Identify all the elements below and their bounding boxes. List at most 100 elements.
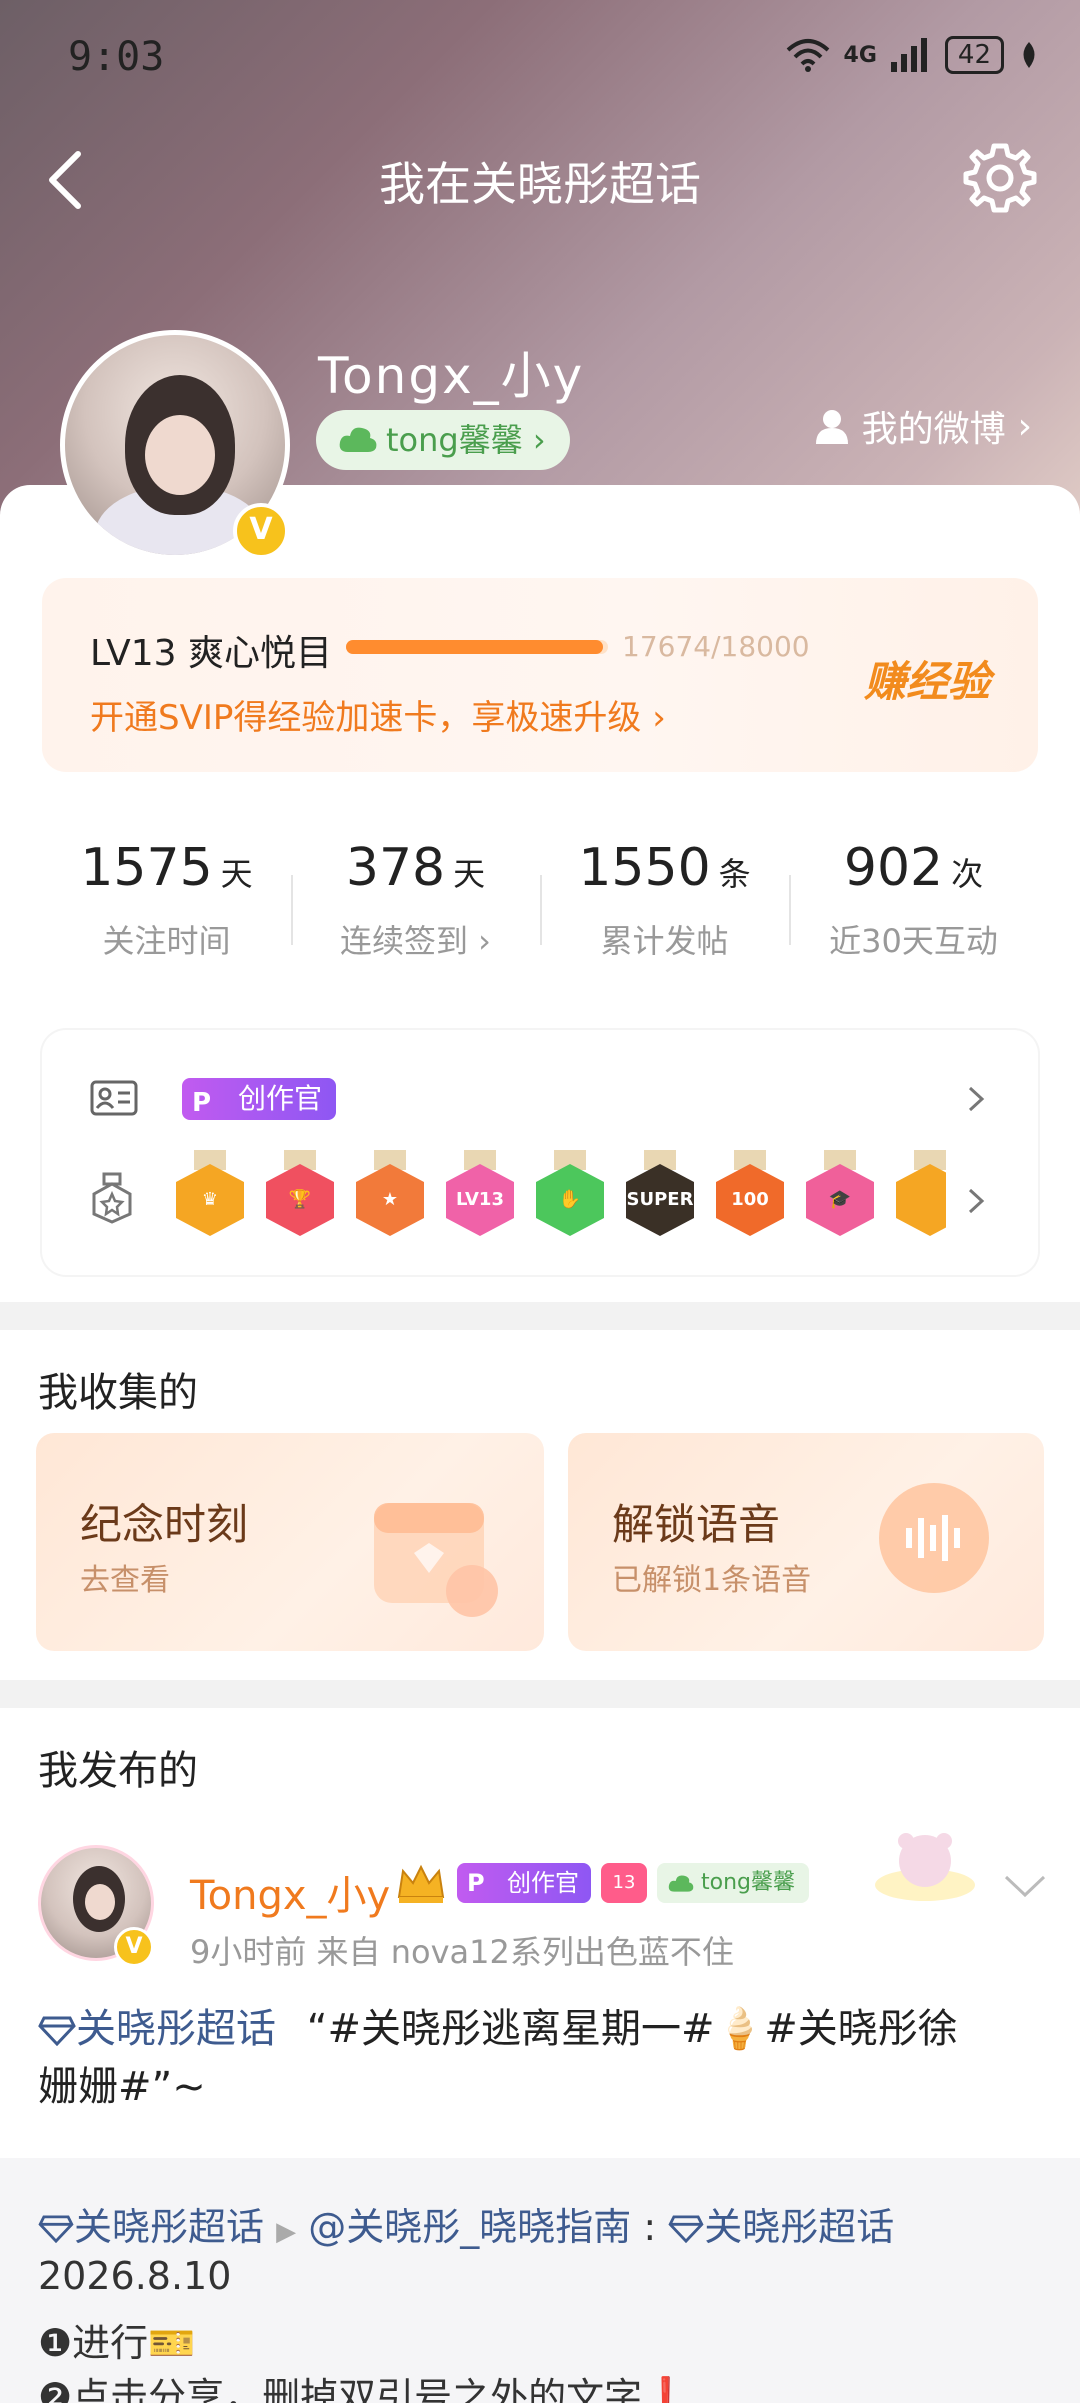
100days-medal-icon: 100 — [716, 1150, 784, 1240]
earn-exp-button[interactable]: 赚经验 — [864, 648, 990, 709]
topic-link[interactable]: 关晓彤超话 — [38, 2006, 289, 2052]
trophy-medal-icon: 🏆 — [266, 1150, 334, 1240]
page-title: 我在关晓彤超话 — [379, 157, 701, 211]
fan-badge-label: tong馨馨 — [701, 1870, 795, 1895]
clap-medal-icon: ✋ — [536, 1150, 604, 1240]
memory-moment-card[interactable]: 纪念时刻 去查看 — [36, 1433, 544, 1651]
post-body-line1: “#关晓彤逃离星期一#🍦#关晓彤徐 — [306, 2006, 958, 2052]
cloud-icon — [668, 1875, 694, 1892]
card-subtitle: 去查看 — [80, 1563, 170, 1598]
chevron-right-icon — [968, 1086, 985, 1112]
post-header: V Tongx_小y P 创作官 13 tong馨馨 9小时前 来自 nova1… — [0, 1815, 1080, 1985]
lv13-medal-icon: LV13 — [446, 1150, 514, 1240]
level-badge: 13 — [601, 1863, 647, 1903]
topic-link[interactable]: 关晓彤超话 — [668, 2205, 894, 2249]
medal-face: SUPER — [626, 1164, 694, 1236]
section-divider — [0, 1302, 1080, 1330]
chevron-down-icon[interactable] — [1000, 1871, 1050, 1901]
published-section-title: 我发布的 — [38, 1748, 198, 1794]
stat-unit: 天 — [220, 855, 253, 893]
medal-face: LV13 — [446, 1164, 514, 1236]
stat-unit: 次 — [951, 855, 984, 893]
crown-medal-icon: ♛ — [176, 1150, 244, 1240]
unlock-voice-card[interactable]: 解锁语音 已解锁1条语音 — [568, 1433, 1044, 1651]
level-box[interactable]: LV13 爽心悦目 17674/18000 开通SVIP得经验加速卡，享极速升级… — [42, 578, 1038, 772]
repost-step-2: ❷点击分享，删掉双引号之外的文字❗ — [38, 2375, 690, 2403]
creator-p-icon: P — [192, 1088, 212, 1118]
level-label: LV13 爽心悦目 — [90, 633, 332, 674]
bear-sticker-icon — [875, 1833, 975, 1901]
stat-follow-days: 1575 天 关注时间 — [42, 800, 291, 1000]
stat-label: 累计发帖 — [600, 922, 729, 960]
topic-label: 关晓彤超话 — [74, 2205, 265, 2249]
calendar-gift-icon — [374, 1503, 498, 1617]
stat-post-count: 1550 条 累计发帖 — [540, 800, 789, 1000]
status-time: 9:03 — [68, 34, 165, 80]
diamond-icon — [668, 2215, 704, 2244]
creator-badge: P 创作官 — [457, 1863, 591, 1903]
creator-badge-label: 创作官 — [507, 1869, 579, 1897]
navbar: 我在关晓彤超话 — [0, 130, 1080, 230]
medal-face: ✋ — [536, 1164, 604, 1236]
chevron-right-icon: › — [1017, 405, 1032, 447]
gear-icon — [963, 143, 1037, 213]
crown-badge-icon — [397, 1864, 445, 1903]
medals-list: ♛ 🏆 ★ LV13 ✋ SUPER 100 🎓 — [176, 1150, 946, 1250]
creator-badge-label: 创作官 — [238, 1082, 323, 1115]
repost-box[interactable]: 关晓彤超话 ▶ @关晓彤_晓晓指南 : 关晓彤超话 2026.8.10 ❶进行🎫… — [0, 2158, 1080, 2403]
stat-label: 连续签到 › — [340, 922, 491, 960]
chevron-right-icon — [968, 1188, 985, 1214]
medal-icon — [92, 1172, 132, 1224]
play-triangle-icon: ▶ — [276, 2217, 297, 2247]
level-progress-text: 17674/18000 — [622, 630, 810, 663]
diamond-icon — [38, 2215, 74, 2244]
post-author-name[interactable]: Tongx_小y — [190, 1863, 390, 1921]
stat-unit: 天 — [453, 855, 486, 893]
stat-unit: 条 — [718, 855, 751, 893]
voice-wave-icon — [879, 1483, 989, 1593]
my-weibo-label: 我的微博 — [861, 409, 1006, 450]
svip-promo-link[interactable]: 开通SVIP得经验加速卡，享极速升级 › — [90, 690, 666, 739]
fan-badge[interactable]: tong馨馨 › — [316, 410, 570, 470]
user-icon — [815, 410, 848, 444]
stats-row: 1575 天 关注时间 378 天 连续签到 › 1550 条 累计发帖 902 次 近… — [42, 800, 1038, 1000]
creator-p-icon: P — [467, 1869, 485, 1897]
card-title: 纪念时刻 — [80, 1500, 249, 1549]
stat-value: 1575 — [80, 838, 213, 898]
medal-face: 100 — [716, 1164, 784, 1236]
diamond-icon — [38, 2016, 76, 2047]
wifi-icon — [786, 39, 829, 72]
medal-face: ♛ — [176, 1164, 244, 1236]
status-icons: 4G 42 — [786, 36, 1040, 74]
battery-indicator: 42 — [944, 36, 1004, 74]
repost-date: 2026.8.10 — [38, 2254, 232, 2298]
stat-value: 1550 — [578, 838, 711, 898]
identity-row[interactable]: P 创作官 — [42, 1070, 1038, 1130]
post-author-badges: P 创作官 13 tong馨馨 — [395, 1861, 809, 1905]
cloud-icon — [339, 427, 377, 452]
chevron-right-icon: › — [532, 421, 546, 459]
repost-header: 关晓彤超话 ▶ @关晓彤_晓晓指南 : 关晓彤超话 — [38, 2196, 894, 2251]
cat-medal-icon: ★ — [356, 1150, 424, 1240]
grad-medal-icon: 🎓 — [806, 1150, 874, 1240]
creator-badge: P 创作官 — [182, 1078, 337, 1120]
medal-face: 🎓 — [806, 1164, 874, 1236]
partial-medal-icon — [896, 1150, 946, 1240]
my-weibo-link[interactable]: 我的微博 › — [814, 400, 1032, 452]
stat-checkin-days[interactable]: 378 天 连续签到 › — [291, 800, 540, 1000]
network-label: 4G — [843, 42, 877, 68]
level-progress-bar — [346, 640, 608, 654]
badges-box: P 创作官 ♛ 🏆 ★ LV13 ✋ SUPER 100 🎓 — [42, 1030, 1038, 1275]
medal-face: ★ — [356, 1164, 424, 1236]
mention-link[interactable]: @关晓彤_晓晓指南 — [308, 2205, 631, 2249]
post-text[interactable]: 关晓彤超话 “#关晓彤逃离星期一#🍦#关晓彤徐 姗姗#”~ — [38, 2000, 1048, 2116]
topic-label: 关晓彤超话 — [704, 2205, 895, 2249]
topic-link[interactable]: 关晓彤超话 — [38, 2205, 276, 2249]
super-medal-icon: SUPER — [626, 1150, 694, 1240]
settings-button[interactable] — [960, 138, 1040, 218]
medals-row[interactable]: ♛ 🏆 ★ LV13 ✋ SUPER 100 🎓 — [42, 1150, 1038, 1250]
collected-section-title: 我收集的 — [38, 1370, 198, 1416]
card-title: 解锁语音 — [612, 1500, 781, 1549]
stat-label: 近30天互动 — [829, 922, 998, 960]
medal-face: 🏆 — [266, 1164, 334, 1236]
